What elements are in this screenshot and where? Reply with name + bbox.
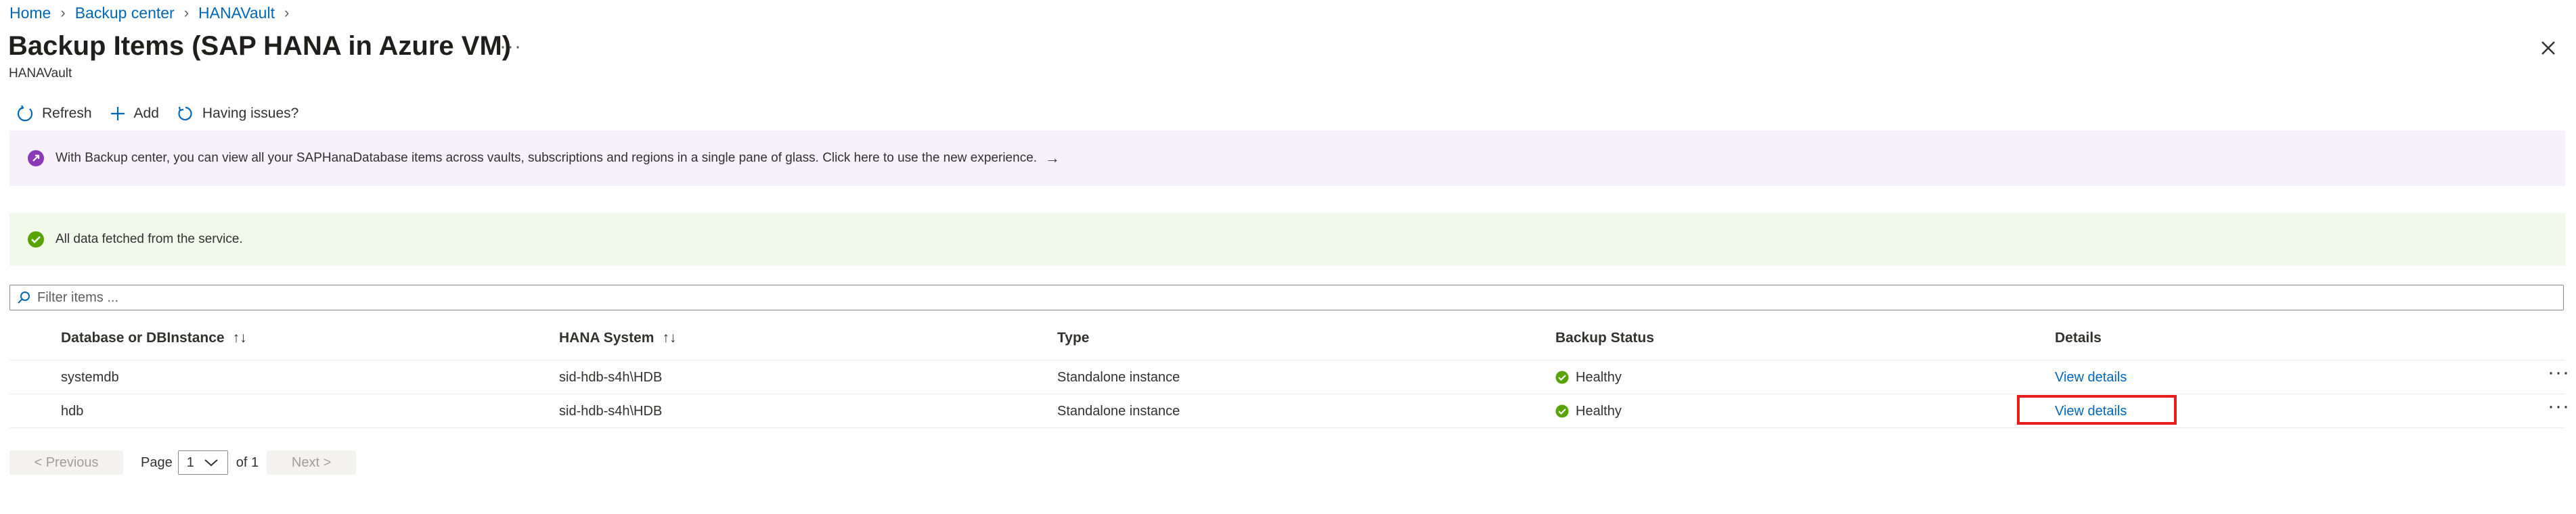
backup-center-banner[interactable]: With Backup center, you can view all you… bbox=[9, 131, 2565, 186]
close-icon bbox=[2541, 41, 2555, 55]
close-button[interactable] bbox=[2538, 38, 2558, 58]
breadcrumb: Home › Backup center › HANAVault › bbox=[9, 1, 298, 24]
page-subtitle: HANAVault bbox=[9, 66, 72, 80]
add-button[interactable]: Add bbox=[110, 106, 159, 122]
chevron-right-icon: › bbox=[284, 4, 290, 21]
having-issues-button[interactable]: Having issues? bbox=[177, 105, 298, 122]
filter-input[interactable] bbox=[36, 289, 2543, 306]
add-label: Add bbox=[133, 106, 159, 121]
column-header-database[interactable]: Database or DBInstance ↑↓ bbox=[61, 330, 247, 346]
next-button[interactable]: Next > bbox=[267, 450, 357, 475]
more-options-button[interactable]: ··· bbox=[499, 35, 522, 58]
cell-hana-system: sid-hdb-s4h\HDB bbox=[559, 369, 663, 385]
chevron-right-icon: › bbox=[60, 4, 66, 21]
sort-icon[interactable]: ↑↓ bbox=[233, 330, 247, 346]
page-title: Backup Items (SAP HANA in Azure VM) bbox=[8, 31, 512, 61]
row-divider bbox=[9, 427, 2565, 428]
chevron-down-icon bbox=[204, 459, 218, 467]
cell-hana-system: sid-hdb-s4h\HDB bbox=[559, 403, 663, 419]
banner-success-text: All data fetched from the service. bbox=[55, 232, 243, 246]
banner-info-text: With Backup center, you can view all you… bbox=[55, 151, 1038, 165]
page-select[interactable]: 1 bbox=[177, 450, 228, 475]
refresh-label: Refresh bbox=[42, 106, 92, 121]
breadcrumb-hanavault[interactable]: HANAVault bbox=[198, 4, 275, 22]
page-label: Page bbox=[141, 454, 173, 470]
check-circle-icon bbox=[28, 231, 44, 248]
page-count: of 1 bbox=[236, 454, 259, 470]
having-issues-label: Having issues? bbox=[202, 106, 299, 121]
arrow-right-icon: → bbox=[1045, 149, 1061, 166]
previous-button[interactable]: < Previous bbox=[9, 450, 123, 475]
cell-type: Standalone instance bbox=[1057, 369, 1180, 385]
pager: < Previous Page 1 of 1 Next > bbox=[9, 450, 357, 475]
row-more-button[interactable]: ··· bbox=[2548, 361, 2570, 384]
status-banner: All data fetched from the service. bbox=[9, 213, 2565, 266]
row-more-button[interactable]: ··· bbox=[2548, 395, 2570, 418]
cell-backup-status: Healthy bbox=[1555, 402, 1622, 421]
view-details-link[interactable]: View details bbox=[2055, 368, 2127, 387]
rocket-icon bbox=[28, 150, 44, 166]
plus-icon bbox=[110, 107, 125, 120]
toolbar: Refresh Add Having issues? bbox=[16, 101, 316, 126]
refresh-button[interactable]: Refresh bbox=[16, 105, 92, 122]
breadcrumb-home[interactable]: Home bbox=[9, 4, 51, 22]
cell-database: hdb bbox=[61, 403, 84, 419]
feedback-icon bbox=[178, 106, 192, 121]
cell-type: Standalone instance bbox=[1057, 403, 1180, 419]
refresh-icon bbox=[17, 105, 33, 122]
column-header-hana-system[interactable]: HANA System ↑↓ bbox=[559, 330, 676, 346]
healthy-icon bbox=[1555, 404, 1569, 418]
cell-backup-status: Healthy bbox=[1555, 368, 1622, 387]
sort-icon[interactable]: ↑↓ bbox=[662, 330, 676, 346]
column-header-backup-status: Backup Status bbox=[1555, 330, 1654, 346]
highlight-box bbox=[2017, 395, 2177, 425]
breadcrumb-backup-center[interactable]: Backup center bbox=[75, 4, 175, 22]
column-header-type: Type bbox=[1057, 330, 1090, 346]
healthy-icon bbox=[1555, 371, 1569, 384]
column-header-details: Details bbox=[2055, 330, 2102, 346]
filter-box[interactable] bbox=[9, 285, 2564, 310]
search-icon bbox=[18, 291, 30, 304]
cell-database: systemdb bbox=[61, 369, 119, 385]
chevron-right-icon: › bbox=[183, 4, 190, 21]
